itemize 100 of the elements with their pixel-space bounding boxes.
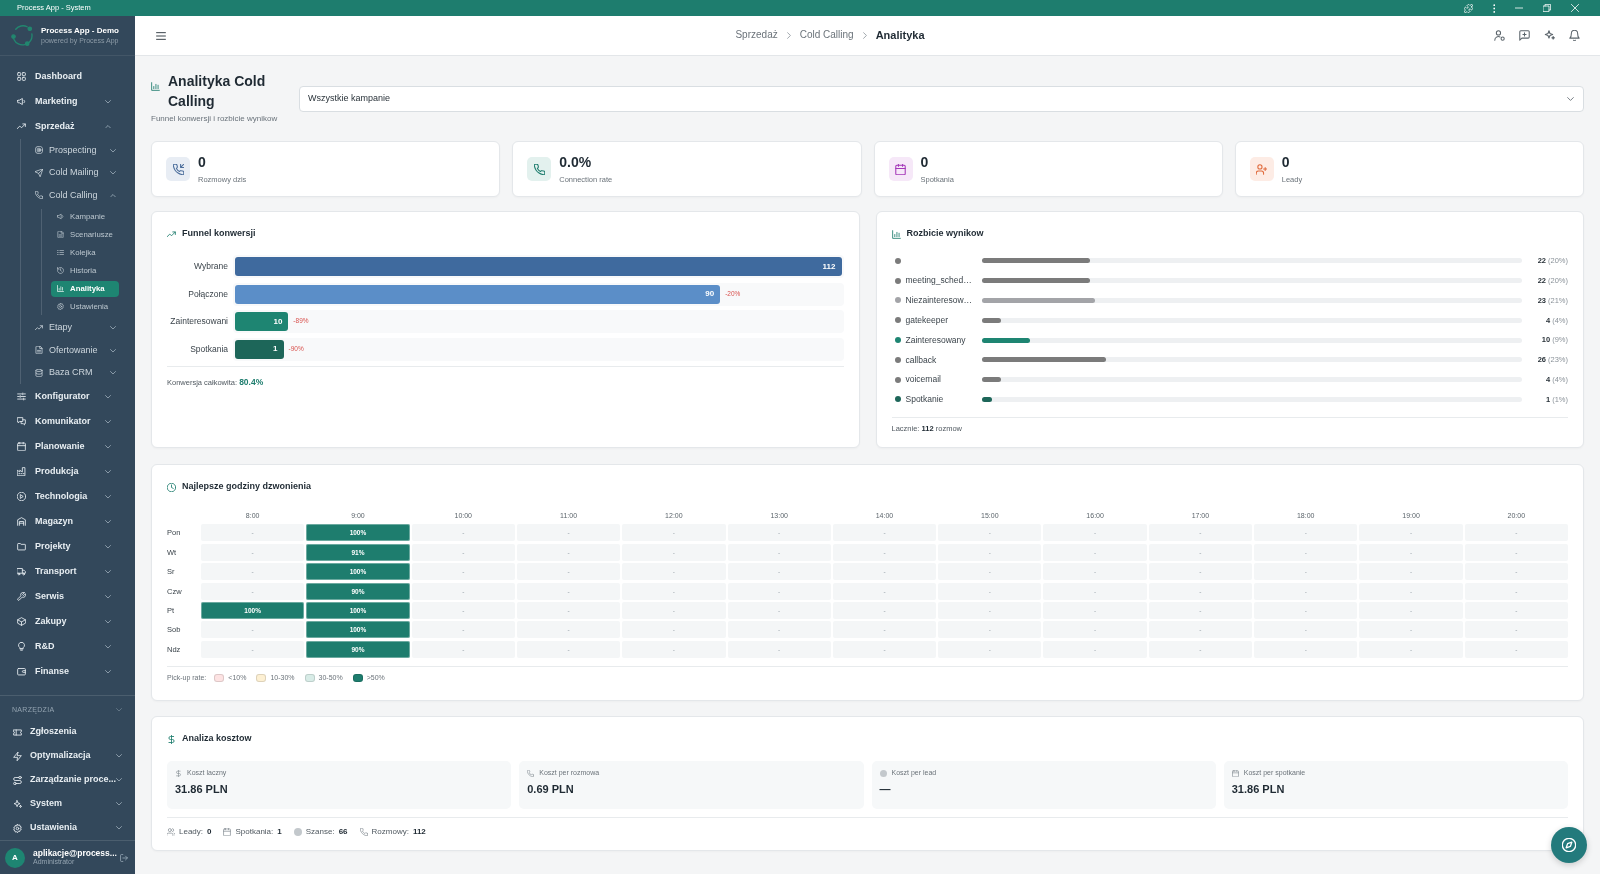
sidebar-item[interactable]: Zgłoszenia: [0, 720, 135, 744]
sidebar-item[interactable]: Komunikator: [0, 409, 135, 434]
user-email: aplikacje@process...: [33, 847, 118, 859]
trend-icon: [17, 122, 26, 131]
sidebar-item[interactable]: Ofertowanie: [21, 339, 135, 362]
settings-icon: [57, 303, 64, 310]
history-icon: [57, 267, 64, 274]
circular-arrows-icon: [10, 23, 35, 48]
chevron-icon: [786, 32, 791, 39]
sidebar-item[interactable]: System: [0, 792, 135, 816]
stat-label: Leady:: [179, 827, 204, 837]
stat-value: 0: [1281, 153, 1291, 170]
sidebar-item[interactable]: Cold Calling: [21, 184, 135, 207]
send-icon: [35, 168, 43, 177]
cost-value: —: [879, 782, 892, 797]
dot-icon: [879, 769, 887, 777]
sidebar-item[interactable]: Sprzedaż: [0, 114, 135, 139]
message-plus-icon[interactable]: [1519, 30, 1530, 41]
factory-icon: [17, 467, 26, 476]
stat-label: Rozmowy:: [371, 827, 409, 837]
sidebar-item[interactable]: Ustawienia: [0, 816, 135, 840]
outcome-label: Zainteresowany: [905, 334, 967, 346]
sidebar-item[interactable]: Prospecting: [21, 139, 135, 162]
sidebar-item[interactable]: R&D: [0, 634, 135, 659]
sliders-icon: [17, 392, 26, 401]
menu-icon[interactable]: [156, 31, 166, 40]
phone-incoming-icon: [166, 157, 190, 181]
folder-icon: [17, 542, 26, 551]
user-gear-icon[interactable]: [1494, 30, 1505, 41]
chat-icon: [17, 417, 26, 426]
cost-value: 0.69 PLN: [527, 782, 575, 797]
outcome-label: Spotkanie: [905, 394, 945, 405]
outcome-label: meeting_sched…: [905, 275, 973, 286]
stage-label: Zainteresowani: [169, 316, 228, 327]
brand-name: Process App - Demo: [41, 25, 119, 36]
logout-icon[interactable]: [120, 853, 128, 862]
document-icon: [35, 346, 43, 355]
dollar-icon: [175, 769, 182, 777]
card-title: Najlepsze godziny dzwonienia: [182, 481, 312, 493]
play-circle-icon: [17, 492, 26, 501]
card-title: Funnel konwersji: [182, 228, 256, 240]
breadcrumb-item[interactable]: Sprzedaż: [735, 29, 778, 42]
close-icon[interactable]: [1571, 4, 1579, 12]
sidebar-item[interactable]: Planowanie: [0, 434, 135, 459]
sidebar-item[interactable]: Etapy: [21, 316, 135, 339]
document-icon: [57, 231, 64, 238]
calendar-icon: [888, 157, 913, 181]
compass-icon: [1562, 838, 1576, 852]
bar-chart-icon: [57, 285, 64, 292]
stat-value: 0.0%: [559, 153, 593, 170]
settings-icon: [13, 823, 22, 833]
stat-label: Spotkania:: [235, 827, 274, 837]
sidebar-item[interactable]: Marketing: [0, 89, 135, 114]
grid-icon: [17, 72, 26, 81]
bar-value: 90: [705, 289, 715, 299]
trend-icon: [35, 323, 43, 332]
sidebar-item[interactable]: Finanse: [0, 659, 135, 684]
sidebar-item[interactable]: Zakupy: [0, 609, 135, 634]
stat-value: 1: [277, 827, 282, 837]
stage-label: Połączone: [187, 288, 228, 300]
sidebar-item[interactable]: Produkcja: [0, 459, 135, 484]
sparkle-icon[interactable]: [1544, 30, 1555, 41]
stat-value: 0: [920, 153, 930, 170]
sidebar-item[interactable]: Serwis: [0, 584, 135, 609]
notifications-icon[interactable]: [1569, 30, 1580, 41]
bar-chart-icon: [891, 229, 901, 239]
breadcrumb-item[interactable]: Cold Calling: [799, 29, 854, 42]
bar-value: 10: [273, 316, 283, 327]
user-plus-icon: [1249, 157, 1274, 181]
sidebar-item[interactable]: Dashboard: [0, 64, 135, 89]
sidebar-item[interactable]: Technologia: [0, 484, 135, 509]
campaign-select[interactable]: Wszystkie kampanie: [299, 86, 1584, 112]
more-options-icon[interactable]: [1492, 3, 1495, 13]
bar-chart-icon: [151, 82, 160, 91]
clock-icon: [167, 482, 176, 492]
calendar-icon: [17, 442, 26, 451]
sidebar-item[interactable]: Optymalizacja: [0, 744, 135, 768]
stat-value: 66: [338, 827, 348, 837]
restore-icon[interactable]: [1543, 4, 1551, 12]
sidebar-item[interactable]: Zarządzanie proce...: [0, 768, 135, 792]
phone-icon: [35, 191, 43, 200]
compass-button[interactable]: [1551, 827, 1587, 863]
sidebar-item[interactable]: Konfigurator: [0, 384, 135, 409]
sidebar-item[interactable]: Projekty: [0, 534, 135, 559]
dot-icon: [293, 828, 302, 836]
breadcrumb-item[interactable]: Analityka: [875, 28, 925, 43]
sidebar-item[interactable]: Cold Mailing: [21, 161, 135, 184]
sidebar-item[interactable]: Baza CRM: [21, 361, 135, 384]
outcome-label: voicemail: [905, 374, 942, 385]
sidebar-item[interactable]: Magazyn: [0, 509, 135, 534]
phone-icon: [527, 157, 552, 181]
outcome-label: callback: [905, 354, 938, 366]
phone-icon: [527, 769, 535, 777]
sidebar-item[interactable]: Transport: [0, 559, 135, 584]
megaphone-icon: [57, 213, 64, 220]
puzzle-icon[interactable]: [1463, 3, 1473, 13]
outcome-label: Niezainteresow…: [905, 295, 974, 306]
lightning-icon: [13, 751, 22, 761]
users-icon: [167, 828, 175, 836]
warehouse-icon: [17, 517, 26, 526]
